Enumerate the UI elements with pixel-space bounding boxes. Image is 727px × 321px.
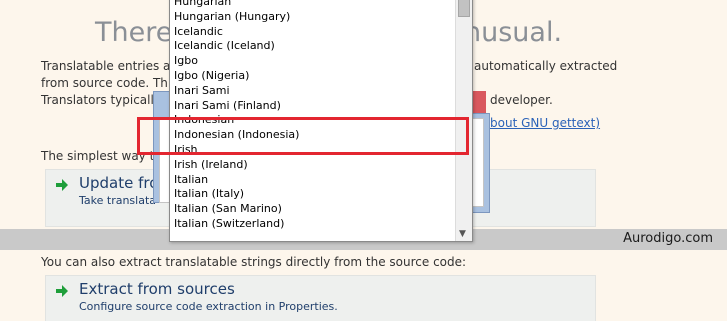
language-option[interactable]: Icelandic (Iceland)	[170, 39, 454, 54]
gettext-link[interactable]: bout GNU gettext)	[490, 114, 600, 132]
watermark-text: Aurodigo.com	[623, 231, 713, 246]
chevron-down-icon[interactable]: ▼	[459, 229, 466, 239]
update-card-subtitle: Take translata	[79, 194, 157, 207]
extract-intro-text: You can also extract translatable string…	[41, 255, 467, 269]
language-option[interactable]: Igbo	[170, 54, 454, 69]
paragraph-line2-left: from source code. This	[41, 76, 178, 90]
paragraph-line3-left: Translators typically	[41, 93, 161, 107]
scrollbar-thumb[interactable]	[458, 0, 470, 17]
language-option[interactable]: Italian (Italy)	[170, 187, 454, 202]
arrow-right-icon	[56, 179, 68, 191]
paragraph-line1-right: automatically extracted	[474, 59, 618, 73]
language-option[interactable]: Inari Sami (Finland)	[170, 99, 454, 114]
arrow-right-icon	[56, 285, 68, 297]
highlight-box	[137, 117, 469, 155]
extract-card-title: Extract from sources	[79, 280, 235, 298]
extract-from-sources-card[interactable]: Extract from sources Configure source co…	[45, 275, 596, 321]
extract-card-subtitle: Configure source code extraction in Prop…	[79, 300, 338, 313]
language-option[interactable]: Italian (San Marino)	[170, 202, 454, 217]
language-option[interactable]: Italian (Switzerland)	[170, 217, 454, 232]
paragraph-line1-left: Translatable entries ar	[41, 59, 176, 73]
language-option[interactable]: Inari Sami	[170, 84, 454, 99]
language-option[interactable]: Irish (Ireland)	[170, 158, 454, 173]
paragraph-line3-right: developer.	[490, 93, 553, 107]
language-option[interactable]: Igbo (Nigeria)	[170, 69, 454, 84]
update-card-title: Update fro	[79, 174, 159, 192]
language-option[interactable]: Italian	[170, 173, 454, 188]
language-option[interactable]: Hungarian (Hungary)	[170, 10, 454, 25]
page-title-right: nusual.	[464, 17, 563, 48]
language-option[interactable]: Icelandic	[170, 25, 454, 40]
language-option[interactable]: Hungarian	[170, 0, 454, 10]
